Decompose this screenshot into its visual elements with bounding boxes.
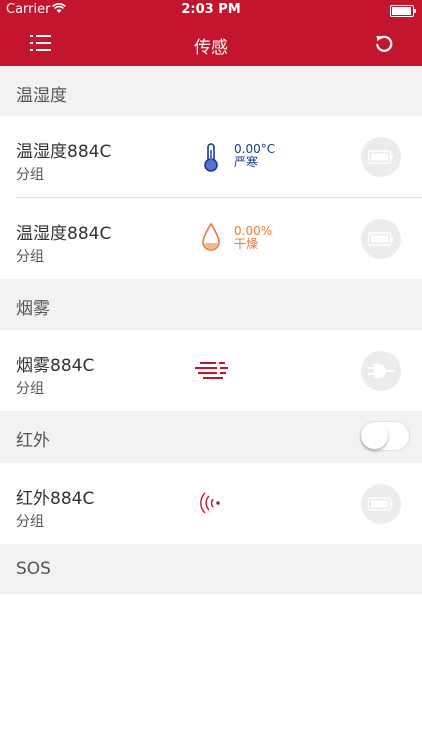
device-group: 分组 (16, 167, 44, 183)
device-row-humidity[interactable]: 温湿度884C 分组 0.00% 干燥 (0, 198, 422, 279)
infrared-toggle[interactable] (360, 421, 410, 451)
device-name: 红外884C (16, 489, 95, 509)
section-label: 烟雾 (16, 299, 50, 319)
device-row-infrared[interactable]: 红外884C 分组 (0, 463, 422, 544)
battery-button[interactable] (361, 219, 401, 259)
device-name: 烟雾884C (16, 356, 95, 376)
humidity-status: 干燥 (234, 237, 259, 251)
device-row-smoke[interactable]: 烟雾884C 分组 (0, 330, 422, 411)
section-label: SOS (16, 559, 51, 579)
section-header-temp-humidity: 温湿度 (0, 66, 422, 116)
device-group: 分组 (16, 514, 44, 530)
smoke-icon (194, 352, 230, 388)
device-group: 分组 (16, 381, 44, 397)
temperature-status: 严寒 (234, 155, 259, 169)
temperature-reading: 0.00°C 严寒 (234, 143, 275, 169)
infrared-signal-icon (198, 485, 230, 521)
water-drop-icon (196, 220, 228, 256)
battery-status-icon (390, 5, 416, 17)
battery-icon (368, 497, 393, 511)
nav-bar: 传感 (0, 20, 422, 66)
plug-button[interactable] (361, 351, 401, 391)
refresh-icon[interactable] (374, 33, 394, 53)
section-label: 红外 (16, 431, 50, 451)
plug-icon (368, 364, 394, 378)
toggle-knob (361, 422, 388, 449)
thermometer-icon (196, 138, 228, 174)
status-bar: Carrier 2:03 PM (0, 0, 422, 20)
device-group: 分组 (16, 249, 44, 265)
battery-icon (368, 232, 393, 246)
section-header-sos: SOS (0, 544, 422, 594)
page-title: 传感 (194, 38, 228, 58)
device-row-temperature[interactable]: 温湿度884C 分组 0.00°C 严寒 (0, 116, 422, 197)
battery-button[interactable] (361, 137, 401, 177)
battery-icon (368, 150, 393, 164)
status-time: 2:03 PM (181, 2, 241, 17)
section-header-infrared: 红外 (0, 411, 422, 463)
device-name: 温湿度884C (16, 142, 112, 162)
device-name: 温湿度884C (16, 224, 112, 244)
battery-button[interactable] (361, 484, 401, 524)
section-header-smoke: 烟雾 (0, 279, 422, 330)
section-label: 温湿度 (16, 86, 67, 106)
humidity-reading: 0.00% 干燥 (234, 225, 272, 251)
